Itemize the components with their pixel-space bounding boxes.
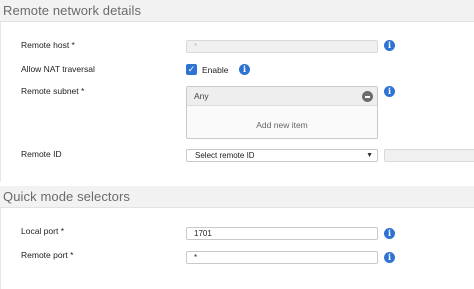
remote-port-input[interactable]: *	[186, 251, 378, 264]
quick-mode-panel	[0, 208, 474, 289]
remote-host-value: *	[194, 42, 198, 51]
remote-port-value: *	[194, 253, 198, 262]
remote-port-label: Remote port *	[21, 250, 74, 260]
subnet-item-label: Any	[194, 91, 209, 101]
remote-id-value-input	[384, 149, 474, 162]
remote-host-input: *	[186, 40, 378, 53]
chevron-down-icon: ▼	[366, 152, 373, 159]
local-port-label: Local port *	[21, 226, 64, 236]
allow-nat-label: Allow NAT traversal	[21, 64, 95, 74]
local-port-value: 1701	[194, 229, 212, 238]
list-item: Any	[187, 87, 377, 106]
info-icon[interactable]: i	[384, 40, 395, 51]
remote-id-label: Remote ID	[21, 149, 62, 159]
enable-nat-checkbox[interactable]: ✓	[186, 64, 197, 75]
info-icon[interactable]: i	[239, 64, 250, 75]
remote-subnet-list: Any Add new item	[186, 86, 378, 139]
remote-id-selected: Select remote ID	[195, 151, 255, 160]
remote-network-header: Remote network details	[0, 0, 474, 22]
remote-id-select[interactable]: Select remote ID ▼	[186, 149, 378, 162]
info-icon[interactable]: i	[384, 252, 395, 263]
remote-host-label: Remote host *	[21, 40, 75, 50]
checkmark-icon: ✓	[187, 64, 196, 74]
local-port-input[interactable]: 1701	[186, 227, 378, 240]
info-icon[interactable]: i	[384, 228, 395, 239]
add-new-item-button[interactable]: Add new item	[187, 120, 377, 130]
info-icon[interactable]: i	[384, 86, 395, 97]
enable-label[interactable]: Enable	[202, 65, 228, 75]
section-title-quick-mode: Quick mode selectors	[3, 189, 130, 204]
quick-mode-header: Quick mode selectors	[0, 186, 474, 208]
remote-subnet-label: Remote subnet *	[21, 86, 85, 96]
section-title-remote-network: Remote network details	[3, 3, 142, 18]
minus-circle-icon[interactable]	[362, 91, 373, 102]
